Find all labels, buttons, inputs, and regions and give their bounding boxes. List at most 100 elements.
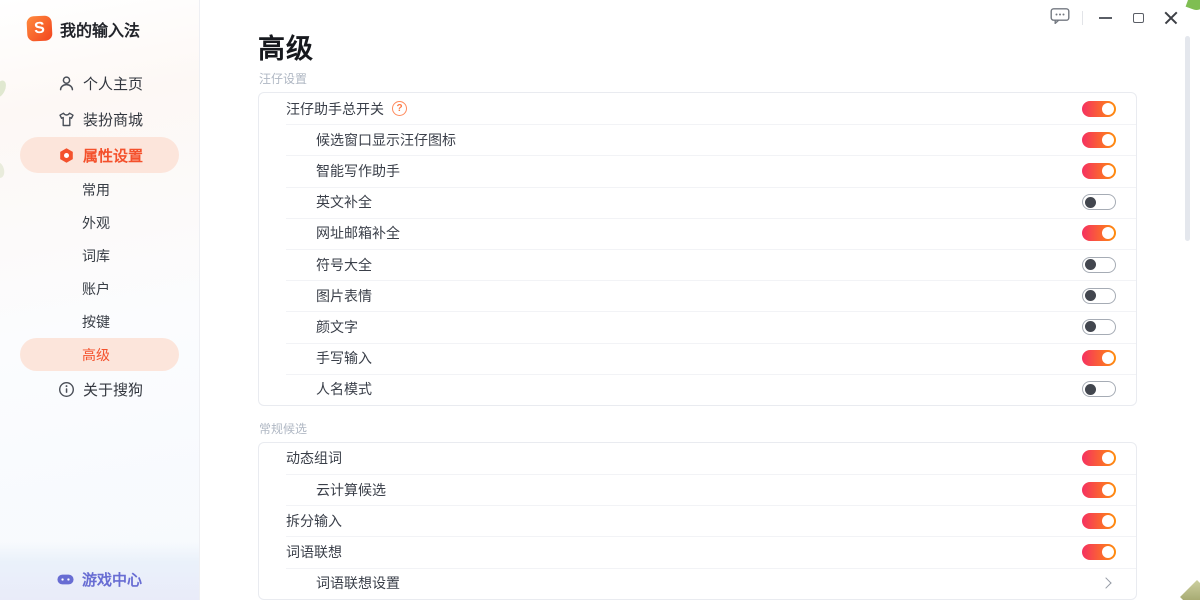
toggle-switch-off[interactable] — [1082, 381, 1116, 397]
toggle-switch-off[interactable] — [1082, 257, 1116, 273]
toggle-knob — [1102, 484, 1114, 496]
sidebar-subitem-2[interactable]: 词库 — [0, 239, 199, 272]
toggle-switch-on[interactable] — [1082, 482, 1116, 498]
game-center-label: 游戏中心 — [82, 569, 142, 590]
toggle-switch-off[interactable] — [1082, 288, 1116, 304]
controls-divider — [1082, 11, 1083, 25]
setting-row: 词语联想 — [259, 536, 1136, 567]
settings-hexnut-icon — [58, 147, 75, 164]
sidebar-item-label: 属性设置 — [83, 145, 143, 166]
setting-label: 人名模式 — [316, 379, 372, 399]
settings-card-0: 汪仔助手总开关? 候选窗口显示汪仔图标智能写作助手英文补全网址邮箱补全符号大全图片… — [258, 92, 1137, 406]
sidebar-subitem-4[interactable]: 按键 — [0, 305, 199, 338]
toggle-knob — [1102, 103, 1114, 115]
sidebar-subitem-label: 词库 — [82, 246, 110, 266]
setting-row: 云计算候选 — [259, 474, 1136, 505]
sidebar-item-game-center[interactable]: 游戏中心 — [0, 542, 199, 600]
page-title: 高级 — [258, 27, 314, 66]
setting-label: 手写输入 — [316, 348, 372, 368]
app-logo-row: S 我的输入法 — [27, 16, 140, 41]
sogou-logo-icon: S — [26, 15, 52, 41]
section-label: 常规候选 — [259, 422, 1137, 436]
sidebar-subitem-0[interactable]: 常用 — [0, 173, 199, 206]
maximize-icon — [1133, 13, 1144, 23]
toggle-switch-on[interactable] — [1082, 101, 1116, 117]
vertical-scrollbar[interactable] — [1185, 36, 1190, 241]
setting-label: 智能写作助手 — [316, 161, 400, 181]
setting-row[interactable]: 词语联想设置 — [259, 568, 1136, 599]
toggle-knob — [1085, 321, 1096, 332]
toggle-switch-on[interactable] — [1082, 132, 1116, 148]
toggle-knob — [1085, 197, 1096, 208]
toggle-knob — [1085, 290, 1096, 301]
minimize-button[interactable] — [1094, 7, 1116, 29]
setting-label: 词语联想 — [286, 542, 342, 562]
setting-label: 词语联想设置 — [316, 573, 400, 593]
chevron-right-icon[interactable] — [1100, 578, 1111, 589]
sidebar-item-1[interactable]: 装扮商城 — [0, 101, 199, 137]
sidebar-item-label: 个人主页 — [83, 73, 143, 94]
toggle-switch-on[interactable] — [1082, 163, 1116, 179]
setting-row: 英文补全 — [259, 187, 1136, 218]
sidebar-subitem-3[interactable]: 账户 — [0, 272, 199, 305]
info-icon — [58, 381, 75, 398]
close-button[interactable] — [1160, 7, 1182, 29]
close-icon — [1164, 11, 1178, 25]
setting-label: 英文补全 — [316, 192, 372, 212]
setting-row: 符号大全 — [259, 249, 1136, 280]
setting-label: 云计算候选 — [316, 480, 386, 500]
sidebar-item-label: 关于搜狗 — [83, 379, 143, 400]
toggle-switch-on[interactable] — [1082, 225, 1116, 241]
help-icon[interactable]: ? — [392, 101, 407, 116]
toggle-switch-on[interactable] — [1082, 513, 1116, 529]
feedback-button[interactable] — [1049, 7, 1071, 29]
toggle-knob — [1102, 546, 1114, 558]
gamepad-icon — [57, 571, 74, 588]
feedback-icon — [1050, 7, 1070, 29]
toggle-knob — [1085, 259, 1096, 270]
setting-row: 手写输入 — [259, 343, 1136, 374]
window-controls — [1038, 7, 1182, 29]
sidebar-subitem-label: 高级 — [82, 345, 110, 365]
sidebar: S 我的输入法 个人主页装扮商城属性设置常用外观词库账户按键高级关于搜狗 游戏中… — [0, 0, 200, 600]
sidebar-subitem-label: 常用 — [82, 180, 110, 200]
app-window: S 我的输入法 个人主页装扮商城属性设置常用外观词库账户按键高级关于搜狗 游戏中… — [0, 0, 1200, 600]
sidebar-item-about[interactable]: 关于搜狗 — [0, 371, 199, 407]
app-title: 我的输入法 — [60, 17, 140, 41]
toggle-switch-off[interactable] — [1082, 319, 1116, 335]
toggle-switch-on[interactable] — [1082, 450, 1116, 466]
sidebar-subitem-label: 按键 — [82, 312, 110, 332]
toggle-switch-on[interactable] — [1082, 544, 1116, 560]
section-label: 汪仔设置 — [259, 72, 1137, 86]
setting-row: 拆分输入 — [259, 505, 1136, 536]
sidebar-nav: 个人主页装扮商城属性设置常用外观词库账户按键高级关于搜狗 — [0, 65, 199, 407]
setting-row: 人名模式 — [259, 374, 1136, 405]
shirt-icon — [58, 111, 75, 128]
toggle-knob — [1102, 227, 1114, 239]
setting-label: 候选窗口显示汪仔图标 — [316, 130, 456, 150]
setting-label: 汪仔助手总开关 — [286, 99, 384, 119]
sidebar-subitem-1[interactable]: 外观 — [0, 206, 199, 239]
setting-row: 智能写作助手 — [259, 155, 1136, 186]
toggle-knob — [1102, 165, 1114, 177]
toggle-knob — [1102, 134, 1114, 146]
setting-label: 符号大全 — [316, 255, 372, 275]
person-icon — [58, 75, 75, 92]
main-panel: 高级 汪仔设置汪仔助手总开关? 候选窗口显示汪仔图标智能写作助手英文补全网址邮箱补… — [200, 0, 1200, 600]
setting-row: 动态组词 — [259, 443, 1136, 474]
toggle-knob — [1102, 515, 1114, 527]
settings-content: 汪仔设置汪仔助手总开关? 候选窗口显示汪仔图标智能写作助手英文补全网址邮箱补全符号… — [258, 72, 1137, 600]
toggle-switch-off[interactable] — [1082, 194, 1116, 210]
sidebar-subitem-5[interactable]: 高级 — [20, 338, 179, 371]
toggle-knob — [1102, 352, 1114, 364]
maximize-button[interactable] — [1127, 7, 1149, 29]
sidebar-item-2[interactable]: 属性设置 — [20, 137, 179, 173]
settings-card-1: 动态组词云计算候选拆分输入词语联想词语联想设置 — [258, 442, 1137, 600]
toggle-knob — [1085, 384, 1096, 395]
setting-row: 汪仔助手总开关? — [259, 93, 1136, 124]
setting-label: 图片表情 — [316, 286, 372, 306]
sidebar-item-0[interactable]: 个人主页 — [0, 65, 199, 101]
toggle-knob — [1102, 452, 1114, 464]
toggle-switch-on[interactable] — [1082, 350, 1116, 366]
setting-label: 网址邮箱补全 — [316, 223, 400, 243]
